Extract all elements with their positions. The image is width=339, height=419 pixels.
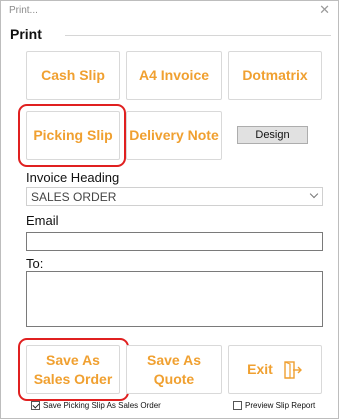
invoice-heading-select[interactable]: SALES ORDER bbox=[26, 187, 323, 206]
save-as-sales-order-line2: Sales Order bbox=[33, 370, 113, 387]
save-as-quote-line2: Quote bbox=[153, 370, 195, 387]
exit-button[interactable]: Exit bbox=[228, 345, 322, 394]
save-as-quote-button[interactable]: Save As Quote bbox=[126, 345, 222, 394]
delivery-note-label: Delivery Note bbox=[129, 127, 219, 143]
save-as-sales-order-line1: Save As bbox=[46, 351, 100, 368]
to-textarea[interactable] bbox=[26, 271, 323, 327]
save-as-sales-order-button[interactable]: Save As Sales Order bbox=[26, 345, 120, 394]
group-divider bbox=[65, 35, 331, 36]
save-as-quote-line1: Save As bbox=[147, 351, 201, 368]
dotmatrix-label: Dotmatrix bbox=[242, 67, 308, 83]
save-picking-slip-option[interactable]: Save Picking Slip As Sales Order bbox=[31, 401, 161, 410]
dotmatrix-button[interactable]: Dotmatrix bbox=[228, 51, 322, 100]
preview-slip-report-label: Preview Slip Report bbox=[245, 401, 316, 410]
a4-invoice-label: A4 Invoice bbox=[138, 67, 210, 83]
print-group-label: Print bbox=[10, 26, 42, 42]
invoice-heading-value: SALES ORDER bbox=[31, 190, 117, 204]
invoice-heading-label: Invoice Heading bbox=[26, 170, 120, 185]
chevron-down-icon bbox=[309, 189, 319, 199]
cash-slip-label: Cash Slip bbox=[41, 67, 105, 83]
to-label: To: bbox=[26, 256, 44, 271]
save-as-quote-label: Save As Quote bbox=[147, 351, 201, 389]
save-as-sales-order-label: Save As Sales Order bbox=[34, 351, 113, 389]
save-picking-slip-label: Save Picking Slip As Sales Order bbox=[43, 401, 161, 410]
exit-door-icon bbox=[284, 360, 302, 379]
exit-label: Exit bbox=[247, 361, 273, 377]
print-dialog: Print... ✕ Print Cash Slip A4 Invoice Do… bbox=[0, 0, 339, 419]
design-button[interactable]: Design bbox=[237, 126, 308, 144]
preview-slip-report-checkbox[interactable] bbox=[233, 401, 242, 410]
save-picking-slip-checkbox[interactable] bbox=[31, 401, 40, 410]
close-icon[interactable]: ✕ bbox=[319, 3, 330, 18]
a4-invoice-button[interactable]: A4 Invoice bbox=[126, 51, 222, 100]
picking-slip-label: Picking Slip bbox=[33, 127, 113, 143]
email-field[interactable] bbox=[26, 232, 323, 251]
title-bar: Print... ✕ bbox=[1, 1, 338, 23]
email-label: Email bbox=[26, 213, 59, 228]
picking-slip-button[interactable]: Picking Slip bbox=[26, 111, 120, 160]
delivery-note-button[interactable]: Delivery Note bbox=[126, 111, 222, 160]
cash-slip-button[interactable]: Cash Slip bbox=[26, 51, 120, 100]
window-title: Print... bbox=[9, 5, 38, 16]
preview-slip-report-option[interactable]: Preview Slip Report bbox=[233, 401, 315, 410]
